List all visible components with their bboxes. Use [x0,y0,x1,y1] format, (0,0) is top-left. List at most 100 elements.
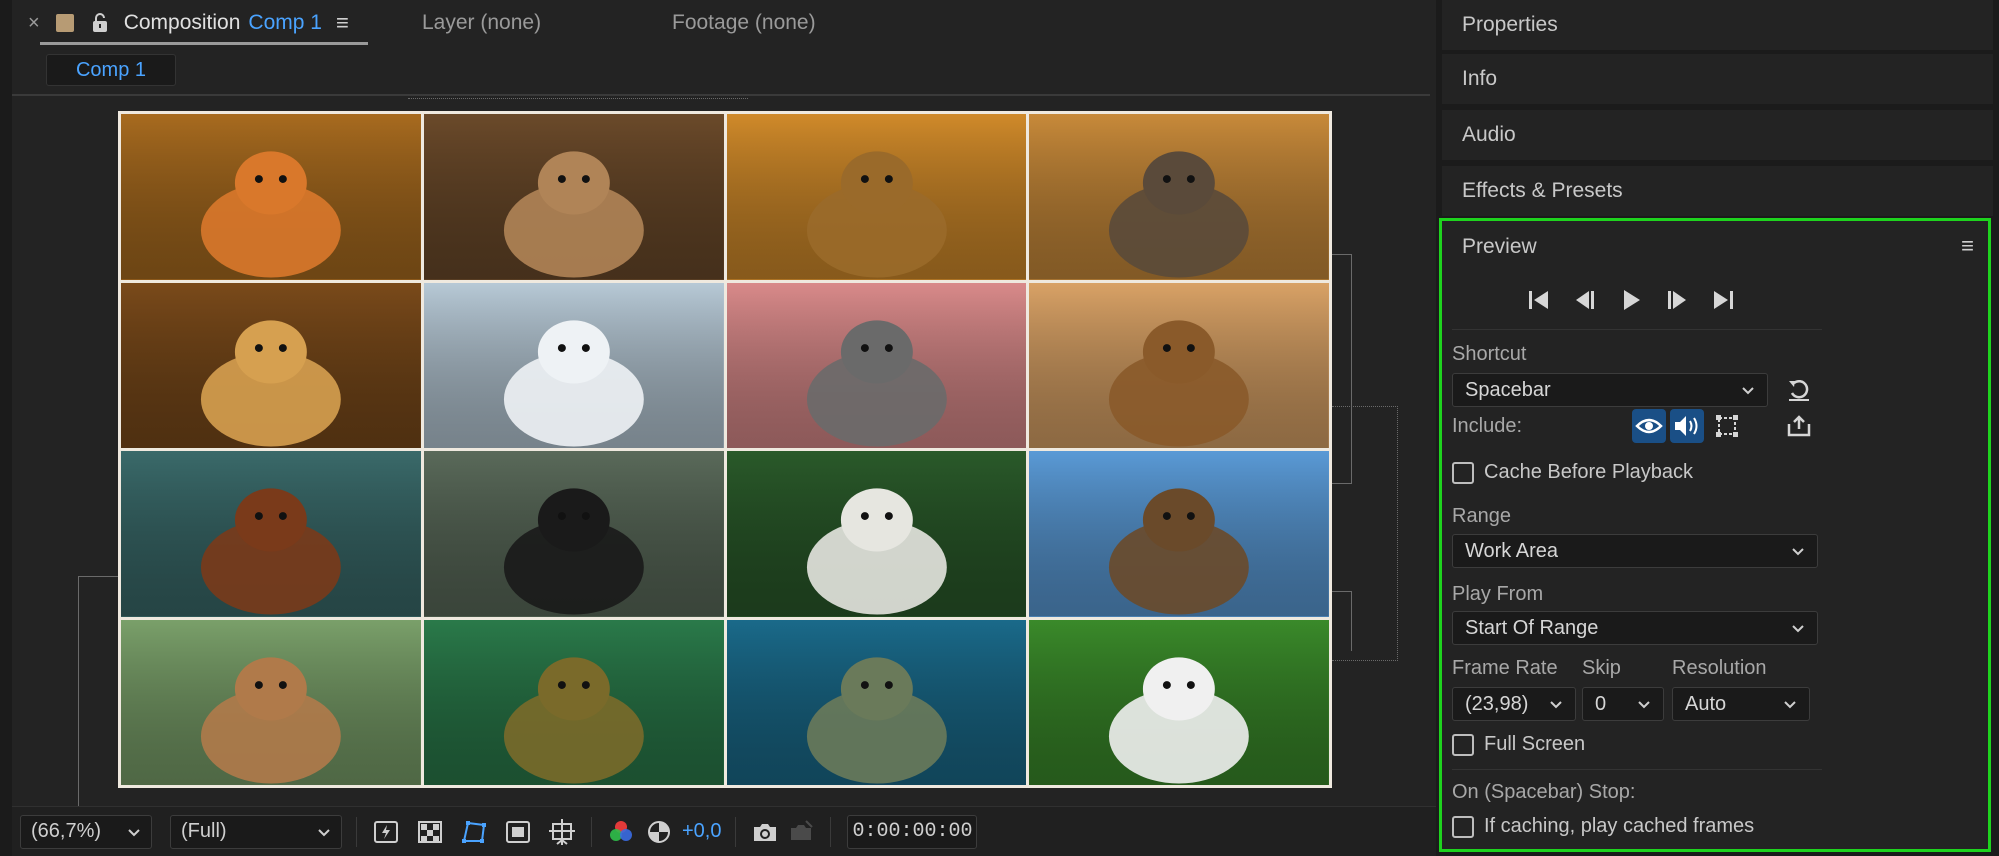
panel-menu-icon[interactable]: ≡ [1961,233,1974,259]
comp-subtab[interactable]: Comp 1 [46,54,176,86]
include-label: Include: [1452,415,1523,437]
include-audio-icon[interactable] [1670,409,1704,443]
range-value: Work Area [1465,539,1558,562]
transparency-grid-icon[interactable] [415,817,445,847]
mask-visibility-icon[interactable] [459,817,489,847]
thumbnail-turtle [726,619,1027,785]
on-stop-label: On (Spacebar) Stop: [1452,781,1636,803]
snapshot-icon[interactable] [750,817,780,847]
skip-label: Skip [1582,657,1621,679]
chevron-down-icon [1792,625,1804,633]
range-dropdown[interactable]: Work Area [1452,534,1818,568]
active-tab-underline [40,42,368,45]
chevron-down-icon [318,828,330,836]
thumbnail-polar-bears [423,282,724,448]
include-video-icon[interactable] [1632,409,1666,443]
thumbnail-fox [121,114,421,280]
checkbox-box[interactable] [1452,461,1474,484]
panel-effects-presets[interactable]: Effects & Presets [1442,166,1993,216]
close-icon[interactable]: × [28,12,40,35]
include-overlays-icon[interactable] [1710,409,1744,443]
exposure-value[interactable]: +0,0 [682,820,721,843]
tab-footage[interactable]: Footage (none) [672,0,816,46]
footage-grid [118,111,1332,788]
tab-layer[interactable]: Layer (none) [422,0,541,46]
color-management-icon[interactable] [644,817,674,847]
shortcut-value: Spacebar [1465,378,1551,401]
guide-line [408,98,748,110]
panel-audio[interactable]: Audio [1442,110,1993,160]
channel-icon[interactable] [606,817,636,847]
thumbnail-monkey [1029,451,1329,617]
full-screen-label: Full Screen [1484,733,1586,755]
thumbnail-lion [726,114,1027,280]
chevron-down-icon [1550,701,1562,709]
thumbnail-camel [1029,282,1329,448]
panel-info[interactable]: Info [1442,54,1993,104]
timecode-display[interactable]: 0:00:00:00 [847,814,978,849]
shortcut-dropdown[interactable]: Spacebar [1452,373,1768,407]
shortcut-label: Shortcut [1452,343,1527,365]
play-from-dropdown[interactable]: Start Of Range [1452,611,1818,645]
thumbnail-raccoon [726,282,1027,448]
composition-viewer[interactable] [12,96,1430,806]
skip-value: 0 [1595,692,1607,715]
frame-rate-value: (23,98) [1465,692,1529,715]
chevron-down-icon [1784,701,1796,709]
thumbnail-horse [423,451,724,617]
divider [1452,769,1822,770]
composition-panel: × Composition Comp 1 ≡ Layer (none) Foot… [0,0,1436,856]
export-icon[interactable] [1782,409,1816,443]
resolution-preview-dropdown[interactable]: Auto [1672,687,1810,721]
thumbnail-rabbits [423,114,724,280]
thumbnail-bull [121,451,421,617]
thumbnail-frog [423,619,724,785]
region-of-interest-icon[interactable] [503,817,533,847]
chevron-down-icon [1638,701,1650,709]
thumbnail-wolf [726,451,1027,617]
panel-properties[interactable]: Properties [1442,0,1993,50]
panel-edge [0,0,12,856]
color-swatch-icon[interactable] [55,14,74,32]
preview-panel: Preview ≡ Shortcut Spacebar Include: Cac… [1439,218,1991,852]
lock-icon[interactable] [92,13,108,33]
chevron-down-icon [1742,387,1754,395]
tab-comp-name: Comp 1 [248,11,322,34]
separator [830,816,832,847]
cache-before-playback-label: Cache Before Playback [1484,461,1694,483]
play-icon[interactable] [1618,287,1644,313]
range-label: Range [1452,505,1511,527]
guide-line [1332,591,1352,651]
composition-toolbar: (66,7%) (Full) +0,0 0:00:00:00 [12,806,1436,856]
thumbnail-cow [121,619,421,785]
play-from-value: Start Of Range [1465,616,1599,639]
chevron-down-icon [1792,548,1804,556]
thumbnail-elephants [1029,114,1329,280]
previous-frame-icon[interactable] [1572,287,1598,313]
checkbox-box[interactable] [1452,815,1474,838]
guide-line [78,576,118,806]
guides-icon[interactable] [547,817,577,847]
next-frame-icon[interactable] [1664,287,1690,313]
first-frame-icon[interactable] [1526,287,1552,313]
thumbnail-cheetah [121,282,421,448]
full-screen-checkbox[interactable]: Full Screen [1452,733,1585,756]
panel-menu-icon[interactable]: ≡ [336,10,349,36]
play-from-label: Play From [1452,583,1544,605]
tab-title: Composition [123,11,241,34]
show-snapshot-icon[interactable] [786,817,816,847]
resolution-value: (Full) [181,820,227,842]
frame-rate-dropdown[interactable]: (23,98) [1452,687,1576,721]
last-frame-icon[interactable] [1710,287,1736,313]
skip-dropdown[interactable]: 0 [1582,687,1664,721]
zoom-dropdown[interactable]: (66,7%) [20,814,152,849]
composition-tabbar: × Composition Comp 1 ≡ Layer (none) Foot… [12,0,1436,46]
reset-icon[interactable] [1782,373,1816,407]
if-caching-checkbox[interactable]: If caching, play cached frames [1452,815,1754,838]
tab-composition[interactable]: × Composition Comp 1 ≡ [28,0,368,46]
fast-preview-icon[interactable] [371,817,401,847]
cache-before-playback-checkbox[interactable]: Cache Before Playback [1452,461,1693,484]
resolution-dropdown[interactable]: (Full) [170,814,342,849]
checkbox-box[interactable] [1452,733,1474,756]
if-caching-label: If caching, play cached frames [1484,815,1755,837]
